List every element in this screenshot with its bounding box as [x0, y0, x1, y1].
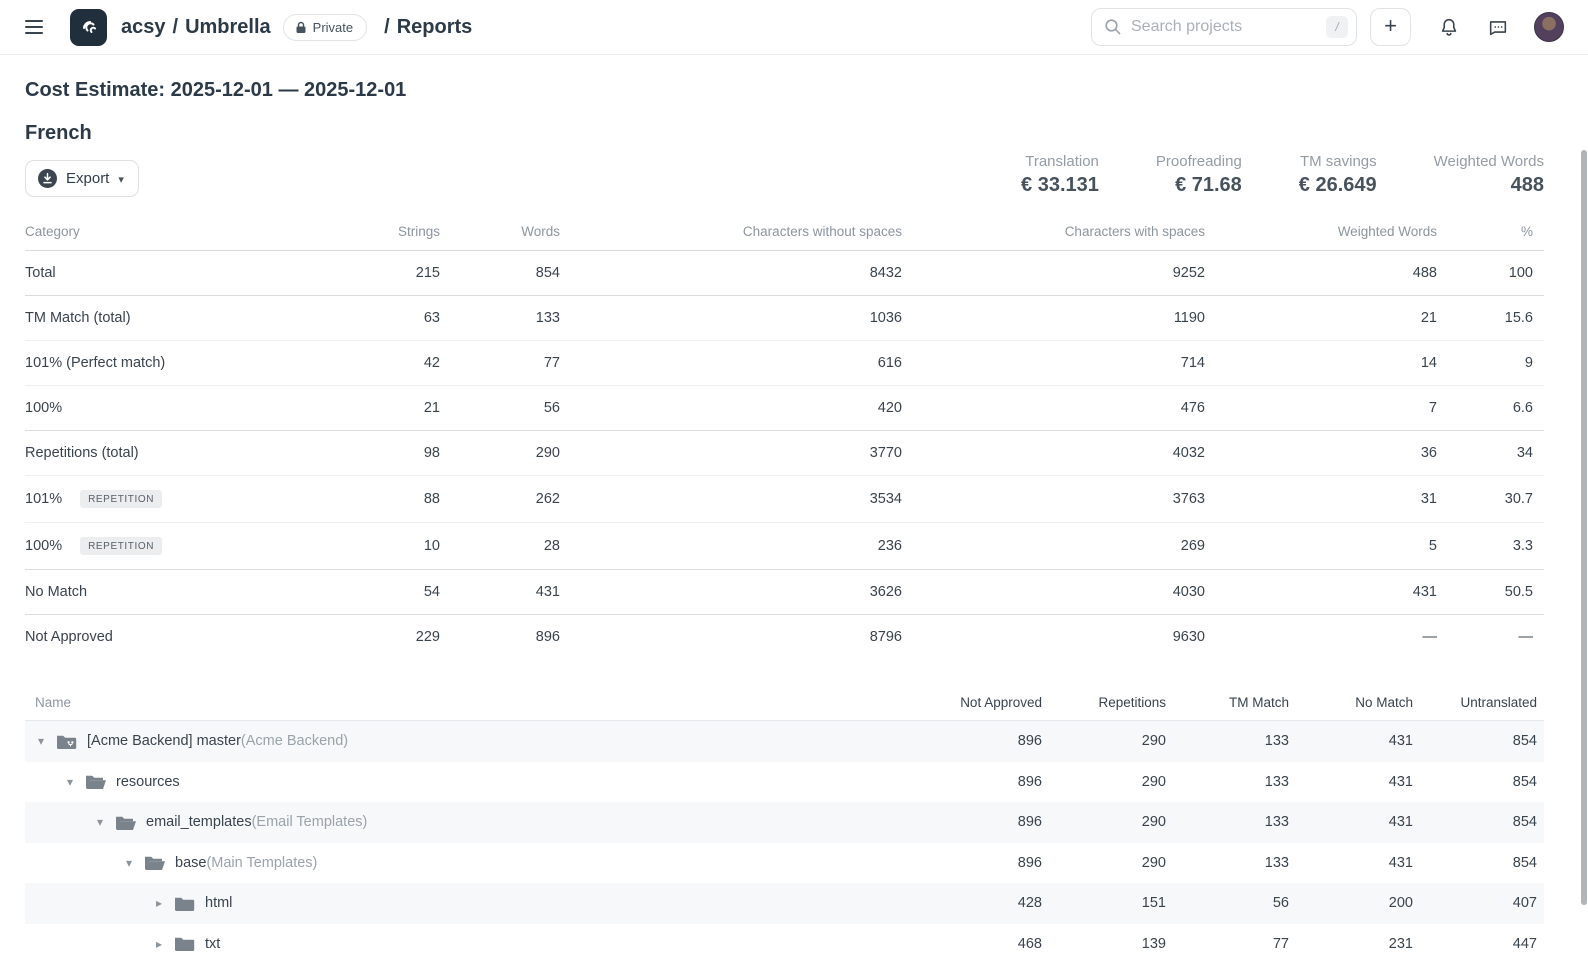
- folder-icon: [174, 895, 195, 912]
- breadcrumb-page: Reports: [397, 16, 473, 39]
- folder-branch-icon: [56, 733, 77, 750]
- caret-down-icon[interactable]: ▾: [126, 856, 140, 870]
- col-chars-no-spaces: Characters without spaces: [560, 215, 902, 251]
- search-box[interactable]: /: [1091, 8, 1357, 46]
- messages-chat-icon[interactable]: [1487, 16, 1509, 38]
- folder-open-icon: [85, 773, 106, 790]
- breadcrumb: acsy / Umbrella Private / Reports: [121, 14, 472, 41]
- privacy-badge: Private: [283, 14, 367, 41]
- files-breakdown-table: Name Not Approved Repetitions TM Match N…: [25, 685, 1544, 964]
- folder-open-icon: [115, 814, 136, 831]
- table-row: Repetitions (total) 98 290 3770 4032 36 …: [25, 431, 1544, 476]
- table-header-row: Name Not Approved Repetitions TM Match N…: [25, 685, 1544, 721]
- folder-open-icon: [144, 854, 165, 871]
- col-name: Name: [25, 695, 925, 710]
- tree-row-folder[interactable]: ▾ resources 896 290 133 431 854: [25, 762, 1544, 803]
- cost-category-table: Category Strings Words Characters withou…: [25, 215, 1544, 659]
- col-chars-spaces: Characters with spaces: [902, 215, 1205, 251]
- top-bar: acsy / Umbrella Private / Reports / +: [0, 0, 1588, 55]
- folder-icon: [174, 935, 195, 952]
- export-button[interactable]: Export ▾: [25, 160, 139, 197]
- table-row: TM Match (total) 63 133 1036 1190 21 15.…: [25, 296, 1544, 341]
- stat-weighted-words: Weighted Words 488: [1434, 153, 1544, 197]
- caret-right-icon[interactable]: ▸: [156, 937, 170, 951]
- tree-row-folder[interactable]: ▾ base(Main Templates) 896 290 133 431 8…: [25, 843, 1544, 884]
- tree-row-folder[interactable]: ▸ txt 468 139 77 231 447: [25, 924, 1544, 965]
- breadcrumb-project[interactable]: Umbrella: [185, 16, 271, 39]
- hamburger-menu-icon[interactable]: [25, 14, 51, 40]
- vertical-scrollbar[interactable]: [1581, 150, 1587, 905]
- caret-down-icon[interactable]: ▾: [97, 815, 111, 829]
- search-input[interactable]: [1131, 18, 1326, 36]
- stat-tm-savings: TM savings € 26.649: [1299, 153, 1377, 197]
- col-no-match: No Match: [1296, 695, 1420, 710]
- tree-row-folder[interactable]: ▸ html 428 151 56 200 407: [25, 883, 1544, 924]
- col-weighted-words: Weighted Words: [1205, 215, 1437, 251]
- col-percent: %: [1437, 215, 1544, 251]
- table-row: Not Approved 229 896 8796 9630 — —: [25, 615, 1544, 660]
- download-icon: [38, 169, 57, 188]
- caret-down-icon[interactable]: ▾: [38, 734, 52, 748]
- table-row: 100% 21 56 420 476 7 6.6: [25, 386, 1544, 431]
- table-header-row: Category Strings Words Characters withou…: [25, 215, 1544, 251]
- breadcrumb-org[interactable]: acsy: [121, 16, 166, 39]
- repetition-badge: REPETITION: [80, 537, 162, 555]
- col-category: Category: [25, 215, 245, 251]
- org-logo[interactable]: [70, 9, 107, 46]
- language-heading: French: [25, 122, 139, 145]
- table-row: 100%REPETITION 10 28 236 269 5 3.3: [25, 523, 1544, 570]
- search-icon: [1104, 18, 1122, 36]
- table-row: Total 215 854 8432 9252 488 100: [25, 251, 1544, 296]
- tree-row-folder[interactable]: ▾ email_templates(Email Templates) 896 2…: [25, 802, 1544, 843]
- privacy-label: Private: [313, 20, 353, 35]
- col-repetitions: Repetitions: [1049, 695, 1173, 710]
- col-words: Words: [440, 215, 560, 251]
- caret-right-icon[interactable]: ▸: [156, 896, 170, 910]
- chevron-down-icon: ▾: [118, 173, 124, 186]
- page-title: Cost Estimate: 2025-12-01 — 2025-12-01: [25, 79, 1544, 102]
- col-not-approved: Not Approved: [925, 695, 1049, 710]
- stat-proofreading: Proofreading € 71.68: [1156, 153, 1242, 197]
- table-row: 101%REPETITION 88 262 3534 3763 31 30.7: [25, 476, 1544, 523]
- notifications-bell-icon[interactable]: [1438, 16, 1460, 38]
- slash-shortcut-key: /: [1326, 16, 1348, 38]
- col-strings: Strings: [245, 215, 440, 251]
- export-label: Export: [66, 170, 109, 187]
- tree-row-branch[interactable]: ▾ [Acme Backend] master(Acme Backend) 89…: [25, 721, 1544, 762]
- col-untranslated: Untranslated: [1420, 695, 1544, 710]
- table-row: 101% (Perfect match) 42 77 616 714 14 9: [25, 341, 1544, 386]
- create-project-button[interactable]: +: [1370, 8, 1411, 46]
- table-row: No Match 54 431 3626 4030 431 50.5: [25, 570, 1544, 615]
- caret-down-icon[interactable]: ▾: [67, 775, 81, 789]
- stat-translation: Translation € 33.131: [1021, 153, 1099, 197]
- logo-waves-icon: [77, 15, 101, 39]
- lock-icon: [295, 21, 307, 34]
- col-tm-match: TM Match: [1173, 695, 1296, 710]
- user-avatar[interactable]: [1534, 12, 1564, 42]
- cost-summary: Translation € 33.131 Proofreading € 71.6…: [1021, 153, 1544, 197]
- repetition-badge: REPETITION: [80, 490, 162, 508]
